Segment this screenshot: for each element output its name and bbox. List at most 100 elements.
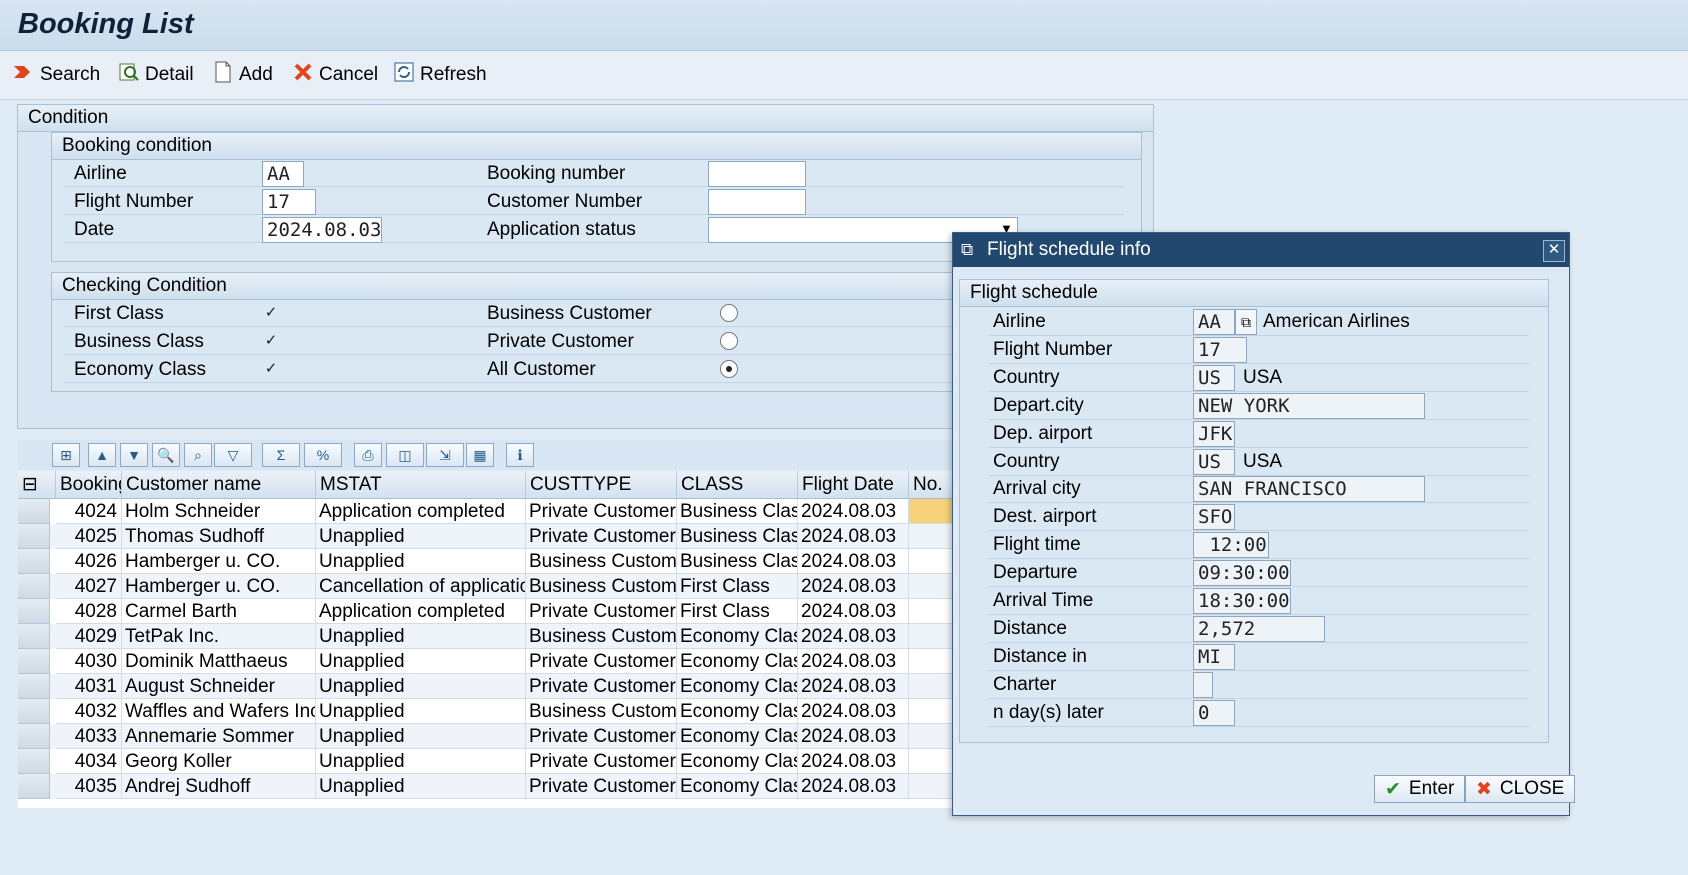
sort-descending-icon[interactable]: ▼ [120,443,148,467]
table-row[interactable]: 4032 Waffles and Wafers Inc. Unapplied Busi… [18,699,1028,724]
print-icon[interactable]: ⎙ [354,443,382,467]
row-selector[interactable] [18,699,50,724]
table-cell[interactable]: 4035 [56,774,122,799]
table-cell[interactable]: Economy Class [677,699,798,724]
dialog-field-value[interactable]: AA [1193,309,1235,335]
table-cell[interactable]: Private Customer [526,499,677,524]
dialog-field-value[interactable]: 0 [1193,699,1235,726]
table-cell[interactable]: Business Class [677,549,798,574]
table-cell[interactable]: Private Customer [526,599,677,624]
table-cell[interactable]: Carmel Barth [122,599,316,624]
row-selector[interactable] [18,499,50,524]
table-cell[interactable]: 4033 [56,724,122,749]
table-cell[interactable]: Unapplied [316,674,526,699]
table-cell[interactable]: 4025 [56,524,122,549]
table-cell[interactable]: 4032 [56,699,122,724]
sort-ascending-icon[interactable]: ▲ [88,443,116,467]
table-cell[interactable]: 2024.08.03 [798,674,909,699]
export-icon[interactable]: ⇲ [426,443,464,467]
row-selector[interactable] [18,749,50,774]
table-cell[interactable]: Hamberger u. CO. [122,549,316,574]
subtotal-icon[interactable]: % [304,443,342,467]
table-cell[interactable]: Private Customer [526,749,677,774]
table-cell[interactable]: Unapplied [316,649,526,674]
row-selector[interactable] [18,724,50,749]
dialog-title-bar[interactable]: ⧉ Flight schedule info ✕ [953,233,1569,267]
table-cell[interactable]: 2024.08.03 [798,574,909,599]
row-selector[interactable] [18,649,50,674]
table-cell[interactable]: 4031 [56,674,122,699]
table-cell[interactable]: Unapplied [316,624,526,649]
table-cell[interactable]: Private Customer [526,524,677,549]
table-cell[interactable]: Unapplied [316,724,526,749]
views-icon[interactable]: ◫ [386,443,424,467]
table-cell[interactable]: Business Class [677,499,798,524]
add-button[interactable]: Add [211,61,273,89]
table-cell[interactable]: Business Customer [526,624,677,649]
dialog-field-value[interactable] [1193,671,1213,698]
table-cell[interactable]: Thomas Sudhoff [122,524,316,549]
table-cell[interactable]: Business Customer [526,549,677,574]
table-cell[interactable]: 2024.08.03 [798,649,909,674]
business-customer-radio[interactable] [720,304,738,322]
table-cell[interactable]: Holm Schneider [122,499,316,524]
table-cell[interactable]: Private Customer [526,724,677,749]
table-cell[interactable]: Business Customer [526,574,677,599]
business-class-checkbox[interactable]: ✓ [262,332,280,350]
table-cell[interactable]: First Class [677,599,798,624]
table-cell[interactable]: 4029 [56,624,122,649]
row-selector[interactable] [18,774,50,799]
flight-number-input[interactable]: 17 [262,189,316,215]
table-cell[interactable]: Unapplied [316,549,526,574]
table-cell[interactable]: 4034 [56,749,122,774]
table-cell[interactable]: Unapplied [316,774,526,799]
table-cell[interactable]: Economy Class [677,624,798,649]
all-customer-radio[interactable] [720,360,738,378]
table-cell[interactable]: Dominik Matthaeus [122,649,316,674]
table-cell[interactable]: Private Customer [526,649,677,674]
table-row[interactable]: 4025 Thomas Sudhoff Unapplied Private Custo… [18,524,1028,549]
row-selector[interactable] [18,624,50,649]
table-cell[interactable]: Unapplied [316,749,526,774]
table-cell[interactable]: Economy Class [677,749,798,774]
table-cell[interactable]: August Schneider [122,674,316,699]
dialog-field-value[interactable]: MI [1193,643,1235,670]
table-cell[interactable]: 2024.08.03 [798,499,909,524]
customer-number-input[interactable] [708,189,806,215]
table-cell[interactable]: First Class [677,574,798,599]
table-cell[interactable]: 4026 [56,549,122,574]
row-selector[interactable] [18,674,50,699]
economy-class-checkbox[interactable]: ✓ [262,360,280,378]
dialog-field-value[interactable]: 12:00 [1193,532,1269,559]
dialog-field-value[interactable]: JFK [1193,420,1235,447]
airline-input[interactable]: AA [262,161,304,187]
table-cell[interactable]: 2024.08.03 [798,599,909,624]
layout-grid-icon[interactable]: ▦ [466,443,494,467]
row-selector[interactable] [18,549,50,574]
grid-details-icon[interactable]: ⊞ [52,443,80,467]
table-cell[interactable]: 2024.08.03 [798,749,909,774]
table-cell[interactable]: Cancellation of application [316,574,526,599]
table-row[interactable]: 4034 Georg Koller Unapplied Private Custome… [18,749,1028,774]
table-cell[interactable]: Economy Class [677,674,798,699]
table-cell[interactable]: Unapplied [316,524,526,549]
column-header-booking[interactable]: Booking [56,471,122,499]
table-cell[interactable]: TetPak Inc. [122,624,316,649]
close-icon[interactable]: ✕ [1543,240,1565,262]
dialog-field-value[interactable]: SAN FRANCISCO [1193,476,1425,503]
table-cell[interactable]: Waffles and Wafers Inc. [122,699,316,724]
column-header-customer-name[interactable]: Customer name [122,471,316,499]
detail-button[interactable]: Detail [117,61,194,89]
dialog-field-value[interactable]: 17 [1193,336,1247,363]
table-cell[interactable]: 2024.08.03 [798,774,909,799]
table-cell[interactable]: 4024 [56,499,122,524]
table-cell[interactable]: Business Class [677,524,798,549]
table-cell[interactable]: 4030 [56,649,122,674]
search-button[interactable]: Search [12,61,100,89]
table-cell[interactable]: Economy Class [677,774,798,799]
table-row[interactable]: 4035 Andrej Sudhoff Unapplied Private Custo… [18,774,1028,799]
table-row[interactable]: 4030 Dominik Matthaeus Unapplied Private Cu… [18,649,1028,674]
enter-button[interactable]: ✔ Enter [1374,775,1466,803]
date-input[interactable]: 2024.08.03 [262,217,382,243]
table-cell[interactable]: 2024.08.03 [798,699,909,724]
